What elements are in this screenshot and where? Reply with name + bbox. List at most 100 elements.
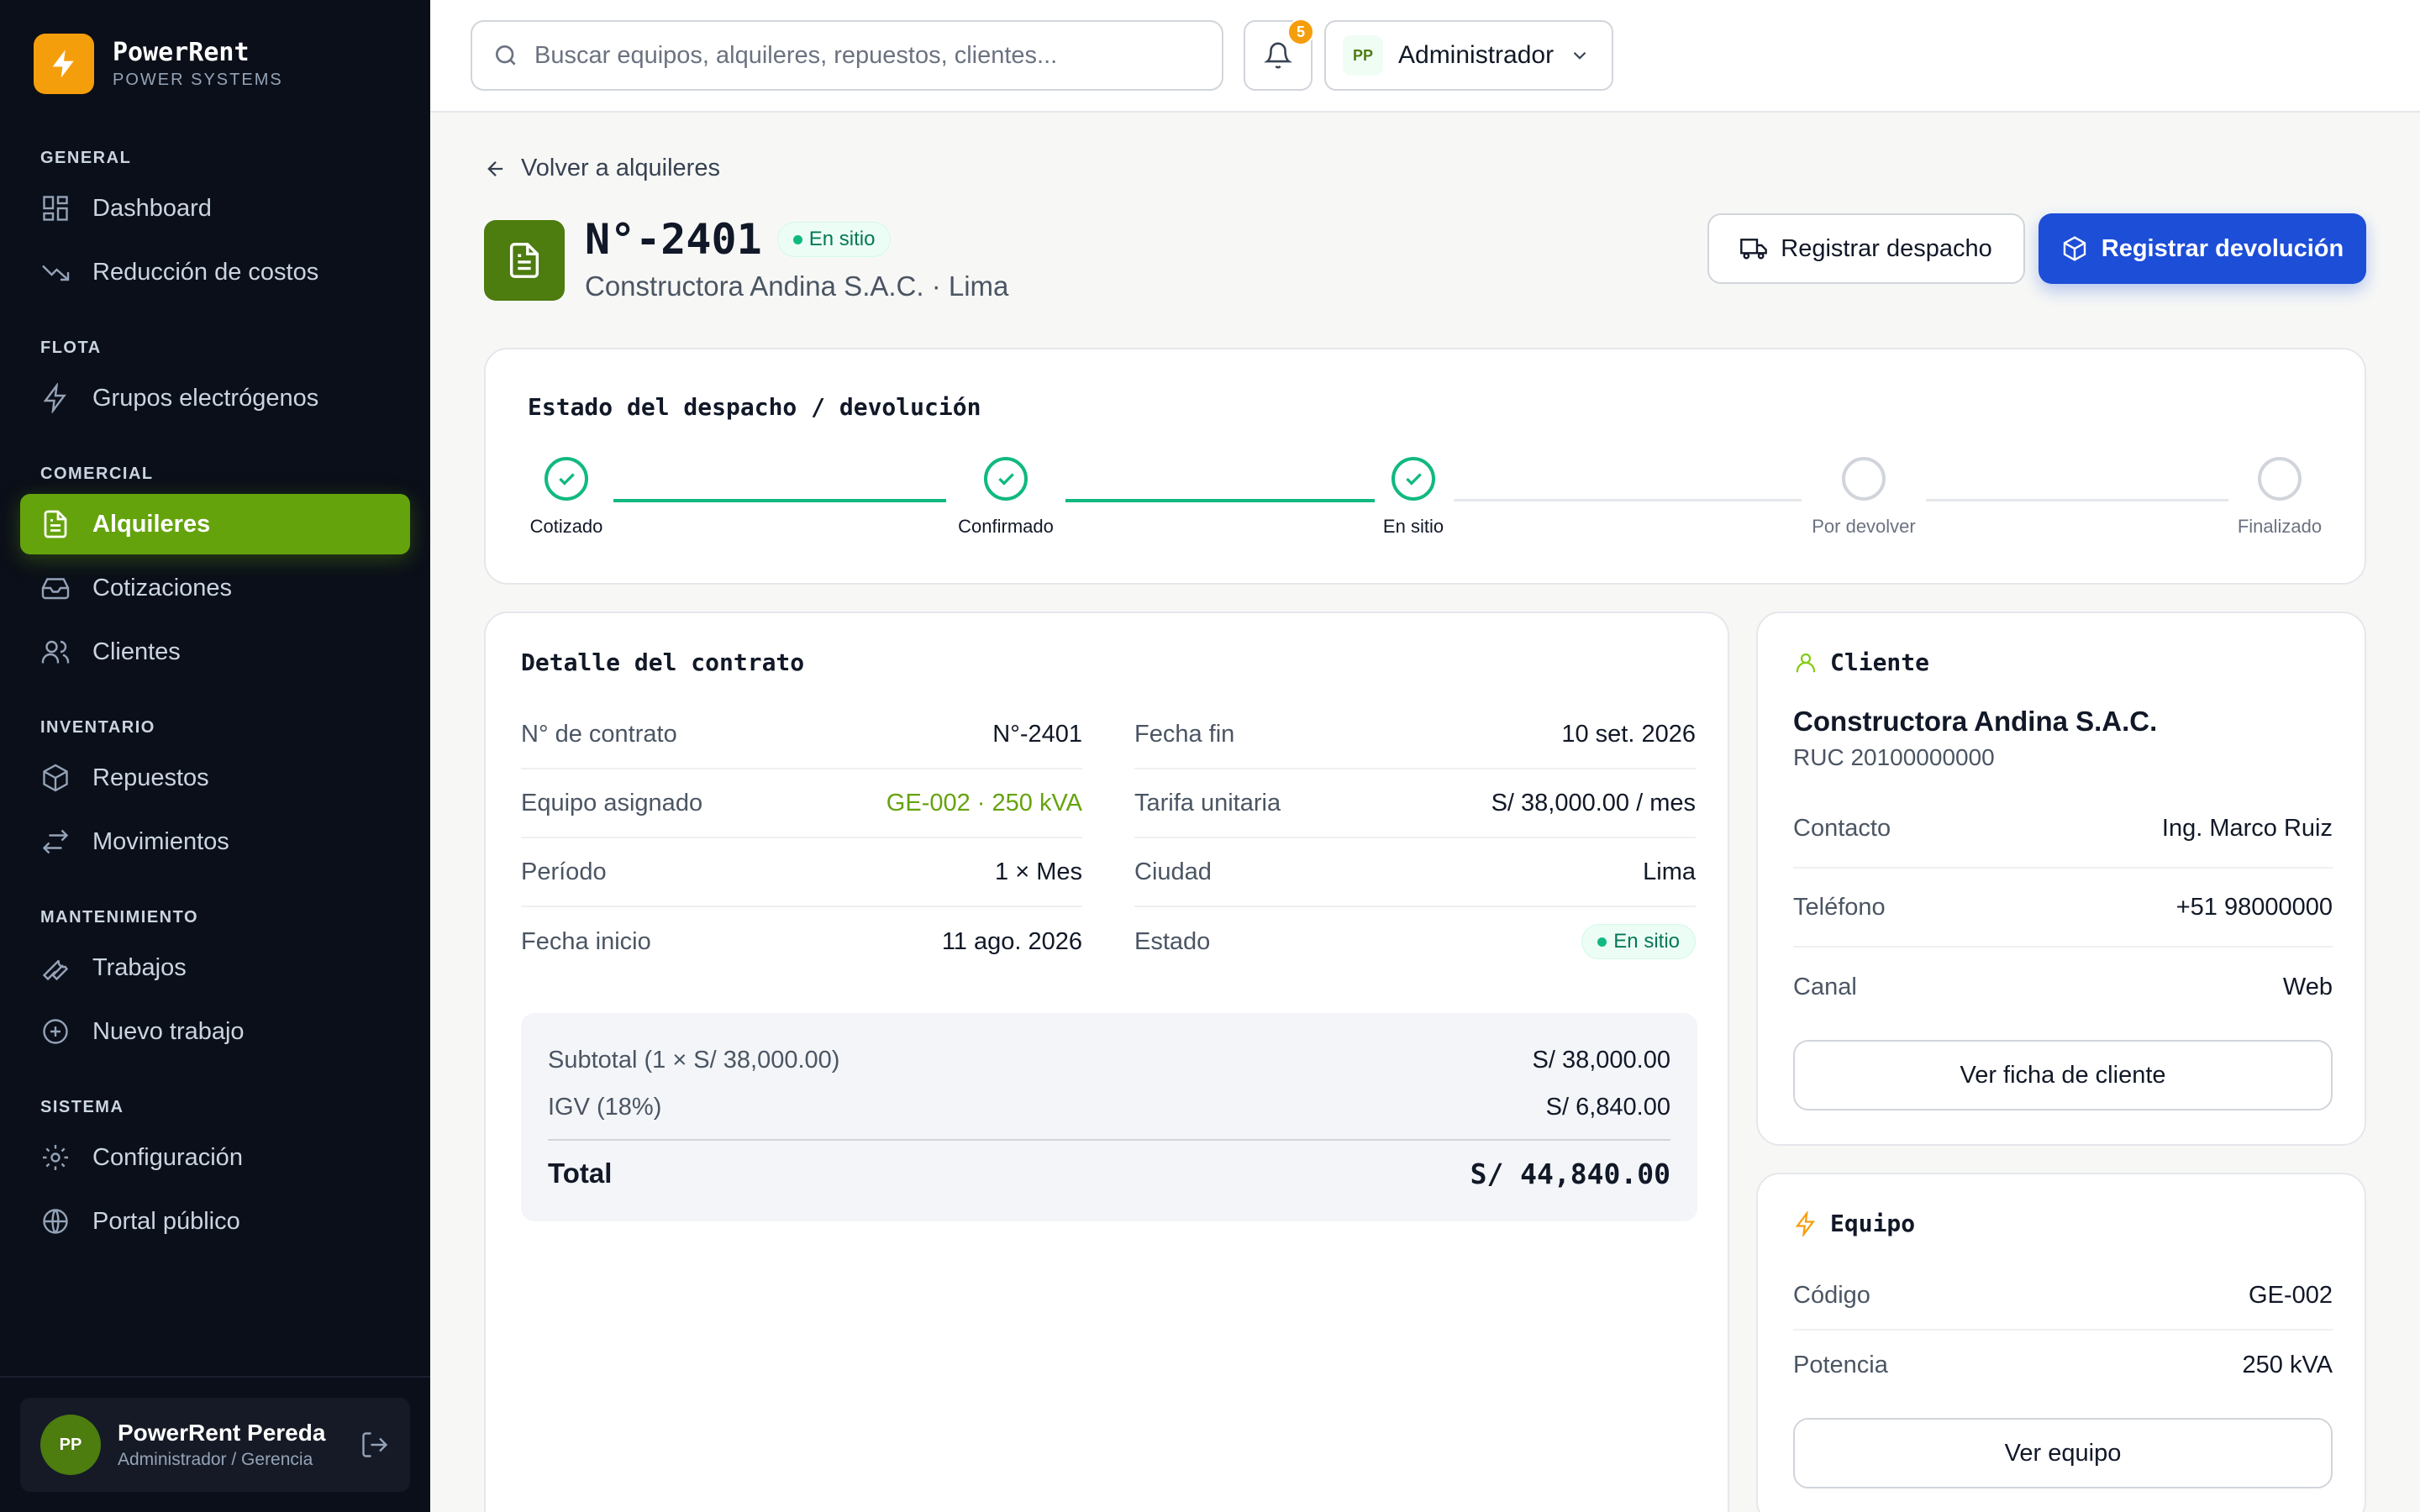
- arrows-swap-icon: [42, 829, 69, 854]
- step-label: Por devolver: [1812, 516, 1916, 537]
- subtotal-value: S/ 38,000.00: [1532, 1047, 1670, 1074]
- equipment-value: GE-002: [2249, 1281, 2333, 1309]
- status-badge-label: En sitio: [1613, 930, 1680, 953]
- sidebar-item-configuracion[interactable]: Configuración: [20, 1127, 410, 1188]
- client-card-header: Cliente: [1793, 648, 1929, 676]
- register-dispatch-label: Registrar despacho: [1781, 234, 1992, 262]
- status-badge: En sitio: [1581, 924, 1696, 959]
- detail-key: Tarifa unitaria: [1134, 789, 1281, 816]
- detail-row: Fecha fin 10 set. 2026: [1134, 701, 1696, 769]
- sidebar-item-movimientos[interactable]: Movimientos: [20, 811, 410, 872]
- card-title: Detalle del contrato: [521, 648, 805, 676]
- empty-circle-icon: [2258, 457, 2302, 501]
- sidebar-item-label: Configuración: [92, 1143, 243, 1171]
- step-label: Finalizado: [2237, 516, 2323, 537]
- search-input[interactable]: [534, 41, 1190, 70]
- detail-row: Estado En sitio: [1134, 907, 1696, 976]
- brand[interactable]: PowerRent POWER SYSTEMS: [34, 34, 283, 94]
- detail-key: Fecha inicio: [521, 927, 651, 955]
- view-client-button[interactable]: Ver ficha de cliente: [1793, 1040, 2333, 1110]
- status-badge-label: En sitio: [808, 228, 876, 250]
- client-key: Canal: [1793, 973, 1857, 1000]
- user-name: PowerRent Pereda: [118, 1420, 326, 1446]
- sidebar-item-repuestos[interactable]: Repuestos: [20, 748, 410, 808]
- nav-section-mantenimiento: MANTENIMIENTO: [40, 908, 199, 927]
- role-selector[interactable]: PP Administrador: [1324, 20, 1613, 91]
- step-label: Confirmado: [958, 516, 1054, 537]
- package-icon: [43, 764, 68, 792]
- sidebar-item-nuevo-trabajo[interactable]: Nuevo trabajo: [20, 1001, 410, 1062]
- register-return-button[interactable]: Registrar devolución: [2039, 213, 2366, 284]
- detail-key: Equipo asignado: [521, 789, 703, 816]
- step-connector: [613, 499, 946, 502]
- detail-key: Fecha fin: [1134, 720, 1235, 748]
- view-equipment-button[interactable]: Ver equipo: [1793, 1418, 2333, 1488]
- assigned-equipment-link[interactable]: GE-002 · 250 kVA: [886, 790, 1082, 817]
- detail-value: S/ 38,000.00 / mes: [1491, 789, 1696, 816]
- sidebar-item-label: Grupos electrógenos: [92, 384, 319, 412]
- card-title: Cliente: [1830, 648, 1930, 676]
- brand-subtitle: POWER SYSTEMS: [113, 71, 283, 89]
- file-text-icon: [44, 510, 67, 538]
- equipment-card: Equipo Código GE-002 Potencia 250 kVA Ve…: [1756, 1173, 2366, 1512]
- detail-row: Período 1 × Mes: [521, 838, 1082, 907]
- detail-row: Fecha inicio 11 ago. 2026: [521, 907, 1082, 976]
- user-role: Administrador / Gerencia: [118, 1450, 313, 1469]
- register-dispatch-button[interactable]: Registrar despacho: [1707, 213, 2025, 284]
- contract-document-icon: [484, 220, 565, 301]
- totals-box: Subtotal (1 × S/ 38,000.00) S/ 38,000.00…: [521, 1013, 1697, 1221]
- search-icon: [496, 45, 516, 66]
- detail-value: N°-2401: [992, 720, 1082, 748]
- client-value: +51 98000000: [2175, 893, 2333, 921]
- logout-icon[interactable]: [360, 1430, 390, 1460]
- bolt-icon: [43, 383, 66, 413]
- step-connector: [1454, 499, 1802, 501]
- chevron-down-icon: [1573, 51, 1586, 60]
- detail-row: Ciudad Lima: [1134, 838, 1696, 907]
- total-label: Total: [548, 1158, 613, 1189]
- user-icon: [1796, 653, 1816, 672]
- sidebar: PowerRent POWER SYSTEMS GENERAL Dashboar…: [0, 0, 430, 1512]
- sidebar-item-cotizaciones[interactable]: Cotizaciones: [20, 558, 410, 618]
- sidebar-item-label: Dashboard: [92, 194, 212, 222]
- card-title: Equipo: [1830, 1210, 1916, 1237]
- detail-key: N° de contrato: [521, 720, 677, 748]
- nav-section-inventario: INVENTARIO: [40, 718, 155, 737]
- gear-icon: [43, 1145, 68, 1170]
- sidebar-item-alquileres[interactable]: Alquileres: [20, 494, 410, 554]
- client-value: Ing. Marco Ruiz: [2161, 814, 2333, 842]
- globe-icon: [43, 1209, 68, 1234]
- sidebar-item-portal[interactable]: Portal público: [20, 1191, 410, 1252]
- status-badge: En sitio: [776, 222, 892, 257]
- step-cotizado: Cotizado: [528, 457, 605, 538]
- sidebar-item-label: Clientes: [92, 638, 181, 665]
- detail-value: Lima: [1643, 858, 1696, 885]
- sidebar-item-label: Movimientos: [92, 827, 229, 855]
- contract-detail-card: Detalle del contrato N° de contrato N°-2…: [484, 612, 1729, 1512]
- users-icon: [41, 640, 70, 664]
- user-card[interactable]: PP PowerRent Pereda Administrador / Gere…: [20, 1398, 410, 1492]
- status-dot: [1597, 937, 1607, 947]
- detail-row: N° de contrato N°-2401: [521, 701, 1082, 769]
- subtotal-row: Subtotal (1 × S/ 38,000.00) S/ 38,000.00: [548, 1047, 1670, 1074]
- detail-value: 11 ago. 2026: [941, 927, 1082, 955]
- search-box[interactable]: [471, 20, 1223, 91]
- detail-key: Período: [521, 858, 607, 885]
- sidebar-item-label: Trabajos: [92, 953, 187, 981]
- sidebar-item-reduccion[interactable]: Reducción de costos: [20, 242, 410, 302]
- avatar: PP: [40, 1415, 101, 1475]
- sidebar-item-dashboard[interactable]: Dashboard: [20, 178, 410, 239]
- client-key: Contacto: [1793, 814, 1891, 842]
- trending-down-icon: [42, 265, 70, 281]
- sidebar-item-trabajos[interactable]: Trabajos: [20, 937, 410, 998]
- total-row: Total S/ 44,840.00: [548, 1158, 1670, 1190]
- back-link[interactable]: Volver a alquileres: [484, 155, 720, 182]
- back-label: Volver a alquileres: [521, 155, 720, 181]
- nav-section-sistema: SISTEMA: [40, 1098, 124, 1116]
- notifications-button[interactable]: 5: [1244, 18, 1314, 91]
- sidebar-item-grupos[interactable]: Grupos electrógenos: [20, 368, 410, 428]
- step-label: En sitio: [1382, 516, 1444, 537]
- sidebar-item-clientes[interactable]: Clientes: [20, 622, 410, 682]
- title-row: N°-2401 En sitio: [585, 215, 892, 264]
- nav-section-flota: FLOTA: [40, 339, 102, 357]
